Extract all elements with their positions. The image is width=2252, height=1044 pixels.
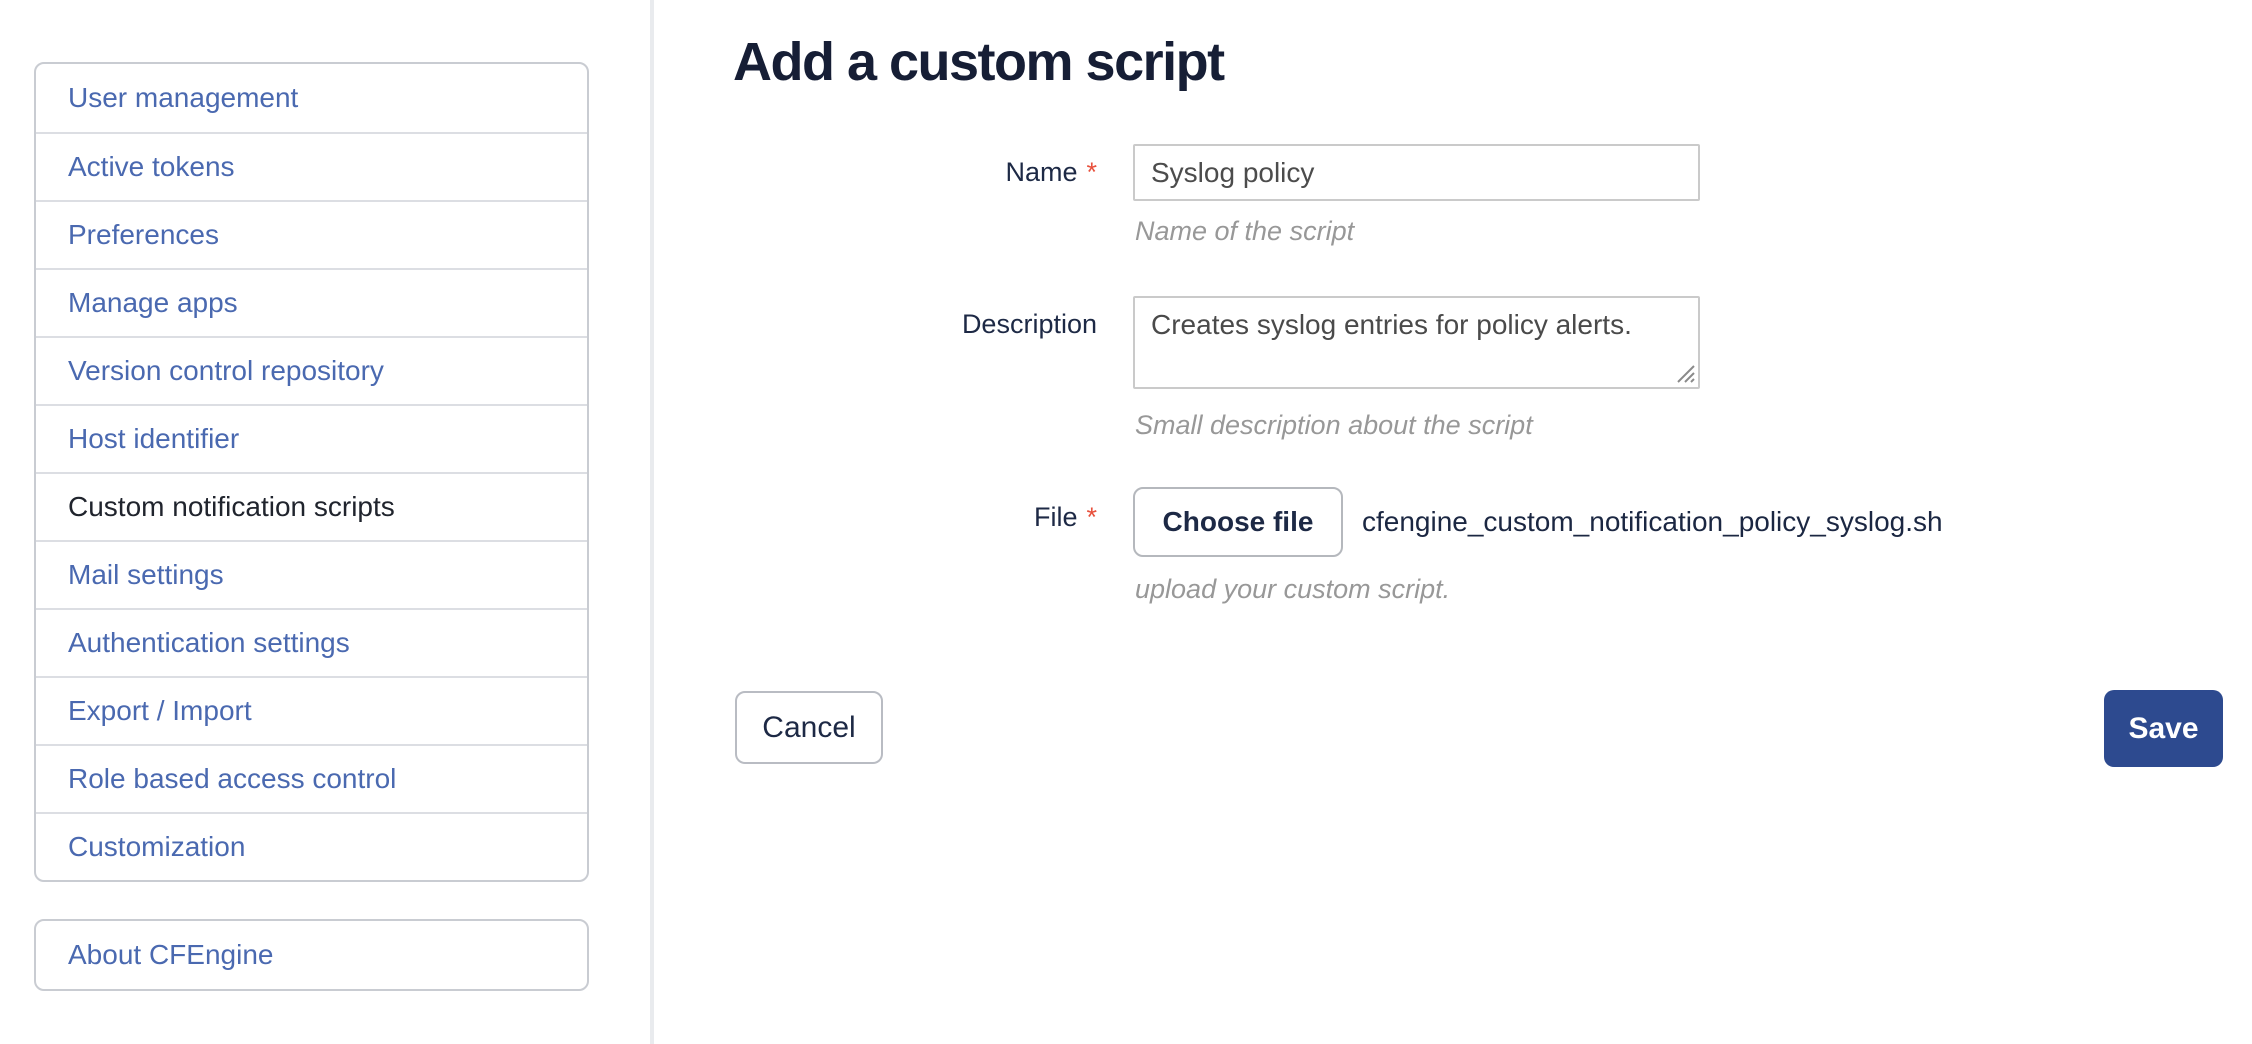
settings-sidebar: User management Active tokens Preference… [34,62,589,991]
sidebar-item-customization[interactable]: Customization [36,812,587,880]
sidebar-item-export-import[interactable]: Export / Import [36,676,587,744]
file-help-text: upload your custom script. [1135,574,1450,605]
file-field-label: File * [735,487,1097,547]
name-label-text: Name [1005,157,1077,188]
sidebar-item-active-tokens[interactable]: Active tokens [36,132,587,200]
selected-file-name: cfengine_custom_notification_policy_sysl… [1362,487,1943,557]
settings-nav-list: User management Active tokens Preference… [34,62,589,882]
sidebar-item-role-based-access-control[interactable]: Role based access control [36,744,587,812]
sidebar-item-user-management[interactable]: User management [36,64,587,132]
sidebar-item-version-control-repository[interactable]: Version control repository [36,336,587,404]
description-field-label: Description [735,296,1097,353]
sidebar-item-manage-apps[interactable]: Manage apps [36,268,587,336]
sidebar-content-divider [650,0,654,1044]
sidebar-item-about-cfengine[interactable]: About CFEngine [36,921,587,989]
description-textarea[interactable] [1133,296,1700,389]
cancel-button[interactable]: Cancel [735,691,883,764]
required-asterisk: * [1086,157,1097,188]
name-field-label: Name * [735,144,1097,201]
description-label-text: Description [962,309,1097,340]
description-textarea-wrap [1133,296,1700,389]
required-asterisk: * [1086,502,1097,533]
save-button[interactable]: Save [2104,690,2223,767]
sidebar-item-custom-notification-scripts[interactable]: Custom notification scripts [36,472,587,540]
page-title: Add a custom script [733,24,1224,100]
choose-file-button[interactable]: Choose file [1133,487,1343,557]
file-label-text: File [1034,502,1078,533]
name-input[interactable] [1133,144,1700,201]
sidebar-item-mail-settings[interactable]: Mail settings [36,540,587,608]
name-help-text: Name of the script [1135,216,1354,247]
sidebar-item-authentication-settings[interactable]: Authentication settings [36,608,587,676]
description-help-text: Small description about the script [1135,410,1533,441]
sidebar-item-preferences[interactable]: Preferences [36,200,587,268]
about-box: About CFEngine [34,919,589,991]
sidebar-item-host-identifier[interactable]: Host identifier [36,404,587,472]
